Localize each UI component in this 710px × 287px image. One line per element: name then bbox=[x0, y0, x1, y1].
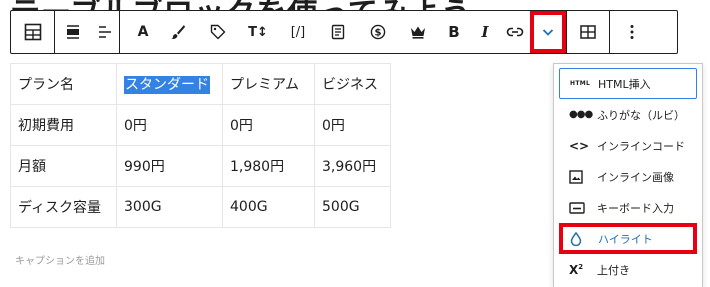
menu-item-label: HTML挿入 bbox=[598, 77, 651, 91]
italic-icon: I bbox=[481, 23, 489, 41]
menu-item-label: キーボード入力 bbox=[597, 201, 674, 215]
dollar-button[interactable]: $ bbox=[358, 11, 398, 53]
link-icon bbox=[506, 25, 524, 39]
table-cell[interactable]: 0円 bbox=[222, 104, 315, 146]
keyboard-icon bbox=[569, 201, 591, 214]
link-button[interactable] bbox=[500, 11, 530, 53]
table-cell-text: スタンダード bbox=[124, 76, 210, 94]
table-cell[interactable]: 初期費用 bbox=[10, 104, 117, 146]
menu-item-html-insert[interactable]: HTML HTML挿入 bbox=[559, 68, 697, 99]
image-icon bbox=[569, 169, 591, 184]
more-formats-dropdown: HTML HTML挿入 ●●● ふりがな（ルビ） <> インラインコード インラ… bbox=[553, 63, 703, 287]
table-cell[interactable]: 0円 bbox=[116, 104, 223, 146]
table-cell-text: 300G bbox=[124, 199, 162, 215]
align-left-button[interactable] bbox=[91, 11, 119, 53]
menu-item-label: 上付き bbox=[597, 263, 630, 277]
table-cell[interactable]: プラン名 bbox=[10, 63, 117, 105]
table-cell[interactable]: 300G bbox=[116, 186, 223, 228]
crown-button[interactable] bbox=[398, 11, 438, 53]
drop-icon bbox=[570, 231, 592, 246]
menu-item-highlight[interactable]: ハイライト bbox=[559, 223, 697, 254]
tag-icon bbox=[210, 24, 226, 40]
table-cell[interactable]: スタンダード bbox=[116, 63, 223, 105]
table-cell-text: 990円 bbox=[124, 159, 165, 175]
table-cell-text: 0円 bbox=[230, 118, 253, 134]
dollar-icon: $ bbox=[370, 24, 386, 40]
crown-icon bbox=[409, 24, 427, 40]
table-cell-text: ディスク容量 bbox=[18, 200, 102, 216]
table-caption-placeholder[interactable]: キャプションを追加 bbox=[15, 252, 105, 267]
svg-text:$: $ bbox=[375, 28, 382, 39]
list-button[interactable] bbox=[318, 11, 358, 53]
table-cell[interactable]: 500G bbox=[314, 186, 391, 228]
table-row: プラン名 スタンダード プレミアム ビジネス bbox=[10, 63, 391, 105]
block-toolbar: A T↕ [/] $ B I bbox=[10, 10, 678, 54]
table-cell-text: 月額 bbox=[18, 159, 46, 175]
table-cell-text: 0円 bbox=[124, 118, 147, 134]
table-cell-text: 1,980円 bbox=[230, 159, 285, 175]
menu-item-keyboard-input[interactable]: キーボード入力 bbox=[559, 192, 697, 223]
table-row: 初期費用 0円 0円 0円 bbox=[10, 104, 391, 146]
align-wide-button[interactable] bbox=[55, 11, 91, 53]
table-cell-text: 0円 bbox=[322, 118, 345, 134]
table-cell[interactable]: 400G bbox=[222, 186, 315, 228]
menu-item-inline-image[interactable]: インライン画像 bbox=[559, 161, 697, 192]
more-formats-dropdown-button[interactable] bbox=[530, 11, 566, 53]
more-options-button[interactable] bbox=[610, 11, 654, 53]
table-cell-text: プレミアム bbox=[230, 77, 300, 93]
menu-item-superscript[interactable]: X2 上付き bbox=[559, 254, 697, 285]
table-cell[interactable]: 1,980円 bbox=[222, 145, 315, 187]
table-cell-text: 初期費用 bbox=[18, 118, 74, 134]
table-edit-icon bbox=[580, 25, 596, 39]
pricing-table: プラン名 スタンダード プレミアム ビジネス初期費用 0円 0円 0円月額 990円 1,980… bbox=[10, 63, 391, 228]
menu-item-ruby[interactable]: ●●● ふりがな（ルビ） bbox=[559, 99, 697, 130]
table-block-button[interactable] bbox=[11, 11, 54, 53]
tag-button[interactable] bbox=[198, 11, 238, 53]
table-cell[interactable]: ビジネス bbox=[314, 63, 391, 105]
chevron-down-icon bbox=[541, 27, 555, 37]
table-cell[interactable]: プレミアム bbox=[222, 63, 315, 105]
table-row: 月額 990円 1,980円 3,960円 bbox=[10, 145, 391, 187]
brush-button[interactable] bbox=[158, 11, 198, 53]
list-icon bbox=[330, 24, 346, 40]
menu-item-label: ハイライト bbox=[598, 232, 653, 246]
brush-icon bbox=[170, 24, 186, 40]
menu-item-inline-code[interactable]: <> インラインコード bbox=[559, 130, 697, 161]
menu-item-label: ふりがな（ルビ） bbox=[597, 108, 685, 122]
code-icon: <> bbox=[569, 138, 590, 153]
table-row: ディスク容量 300G 400G 500G bbox=[10, 186, 391, 228]
table-cell[interactable]: 3,960円 bbox=[314, 145, 391, 187]
table-cell-text: ビジネス bbox=[322, 77, 378, 93]
shortcode-icon: [/] bbox=[290, 24, 306, 40]
italic-button[interactable]: I bbox=[470, 11, 500, 53]
shortcode-button[interactable]: [/] bbox=[278, 11, 318, 53]
table-cell[interactable]: 0円 bbox=[314, 104, 391, 146]
table-cell[interactable]: 月額 bbox=[10, 145, 117, 187]
more-options-icon bbox=[630, 24, 634, 40]
table-cell[interactable]: ディスク容量 bbox=[10, 186, 117, 228]
table-cell-text: 400G bbox=[230, 199, 268, 215]
font-size-icon: A bbox=[137, 24, 149, 40]
align-left-icon bbox=[97, 24, 113, 40]
font-size-button[interactable]: A bbox=[128, 11, 158, 53]
table-cell-text: 3,960円 bbox=[322, 159, 377, 175]
table-block-icon bbox=[24, 23, 42, 41]
menu-item-label: インラインコード bbox=[597, 139, 685, 153]
html-icon: HTML bbox=[570, 80, 591, 87]
table-cell-text: プラン名 bbox=[18, 77, 74, 93]
table-edit-button[interactable] bbox=[567, 11, 609, 53]
text-size-icon: T↕ bbox=[248, 24, 268, 40]
align-wide-icon bbox=[65, 24, 81, 40]
bold-icon: B bbox=[448, 23, 460, 41]
bold-button[interactable]: B bbox=[438, 11, 470, 53]
table-cell-text: 500G bbox=[322, 199, 360, 215]
superscript-icon: X2 bbox=[569, 262, 584, 277]
table-cell[interactable]: 990円 bbox=[116, 145, 223, 187]
menu-item-label: インライン画像 bbox=[597, 170, 674, 184]
ruby-icon: ●●● bbox=[569, 109, 593, 120]
text-size-button[interactable]: T↕ bbox=[238, 11, 278, 53]
